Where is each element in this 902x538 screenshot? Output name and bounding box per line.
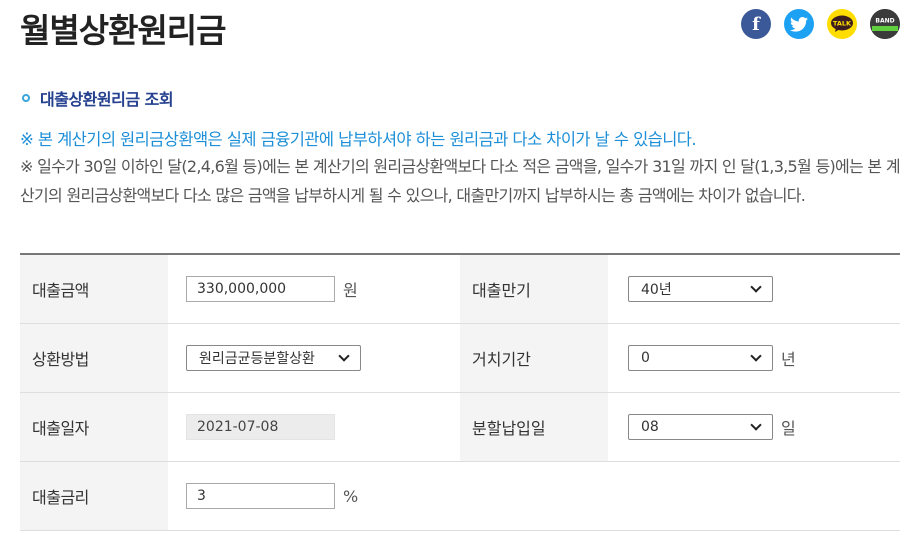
repay-method-label: 상환방법 bbox=[20, 324, 168, 392]
loan-term-select[interactable]: 40년 bbox=[628, 276, 773, 302]
twitter-icon bbox=[790, 16, 808, 32]
repay-method-select[interactable]: 원리금균등분할상환 bbox=[186, 345, 361, 371]
repay-method-cell: 원리금균등분할상환 bbox=[168, 324, 460, 392]
loan-term-label: 대출만기 bbox=[460, 255, 608, 323]
loan-date-label: 대출일자 bbox=[20, 393, 168, 461]
page-title: 월별상환원리금 bbox=[20, 11, 227, 50]
payment-day-label: 분할납입일 bbox=[460, 393, 608, 461]
kakaotalk-share-button[interactable]: TALK bbox=[827, 9, 857, 39]
interest-rate-input[interactable] bbox=[186, 483, 335, 509]
loan-amount-cell: 원 bbox=[168, 255, 460, 323]
interest-rate-label: 대출금리 bbox=[20, 462, 168, 530]
loan-term-cell: 40년 bbox=[608, 255, 900, 323]
kakaotalk-icon: TALK bbox=[831, 15, 853, 32]
band-label: BAND bbox=[875, 18, 894, 25]
loan-date-cell bbox=[168, 393, 460, 461]
form-row: 대출금액 원 대출만기 40년 bbox=[20, 255, 900, 324]
grace-period-value: 0 bbox=[641, 350, 650, 366]
grace-period-cell: 0 년 bbox=[608, 324, 900, 392]
description-text: ※ 일수가 30일 이하인 달(2,4,6월 등)에는 본 계산기의 원리금상환… bbox=[20, 157, 901, 205]
loan-amount-unit: 원 bbox=[343, 281, 358, 300]
chevron-down-icon bbox=[750, 350, 762, 362]
interest-rate-cell: % bbox=[168, 462, 460, 530]
empty-cell bbox=[460, 462, 608, 530]
grace-period-select[interactable]: 0 bbox=[628, 345, 773, 371]
empty-cell bbox=[608, 462, 900, 530]
grace-period-unit: 년 bbox=[781, 350, 796, 369]
loan-amount-label: 대출금액 bbox=[20, 255, 168, 323]
loan-form: 대출금액 원 대출만기 40년 상환방법 원리금균등분할상환 거치기간 0 bbox=[20, 253, 900, 531]
chevron-down-icon bbox=[338, 350, 350, 362]
interest-rate-unit: % bbox=[343, 486, 359, 506]
repay-method-value: 원리금균등분할상환 bbox=[199, 351, 315, 367]
form-row: 상환방법 원리금균등분할상환 거치기간 0 년 bbox=[20, 324, 900, 393]
payment-day-select[interactable]: 08 bbox=[628, 414, 773, 440]
band-icon: BAND bbox=[870, 9, 900, 39]
band-share-button[interactable]: BAND bbox=[870, 9, 900, 39]
loan-term-value: 40년 bbox=[641, 282, 672, 298]
chevron-down-icon bbox=[750, 419, 762, 431]
payment-day-unit: 일 bbox=[781, 419, 796, 438]
facebook-icon: f bbox=[752, 13, 760, 35]
loan-date-field[interactable] bbox=[186, 414, 335, 440]
form-row: 대출금리 % bbox=[20, 462, 900, 531]
section-title: 대출상환원리금 조회 bbox=[22, 86, 174, 110]
facebook-share-button[interactable]: f bbox=[741, 9, 771, 39]
section-title-text: 대출상환원리금 조회 bbox=[40, 90, 174, 109]
twitter-share-button[interactable] bbox=[784, 9, 814, 39]
chevron-down-icon bbox=[750, 281, 762, 293]
bullet-circle-icon bbox=[22, 94, 30, 102]
form-row: 대출일자 분할납입일 08 일 bbox=[20, 393, 900, 462]
payment-day-value: 08 bbox=[641, 419, 659, 435]
share-buttons: f TALK BAND bbox=[741, 9, 900, 39]
notice-text: ※ 본 계산기의 원리금상환액은 실제 금융기관에 납부하셔야 하는 원리금과 … bbox=[20, 130, 697, 149]
loan-amount-input[interactable] bbox=[186, 276, 335, 302]
grace-period-label: 거치기간 bbox=[460, 324, 608, 392]
kakaotalk-label: TALK bbox=[833, 20, 852, 28]
payment-day-cell: 08 일 bbox=[608, 393, 900, 461]
